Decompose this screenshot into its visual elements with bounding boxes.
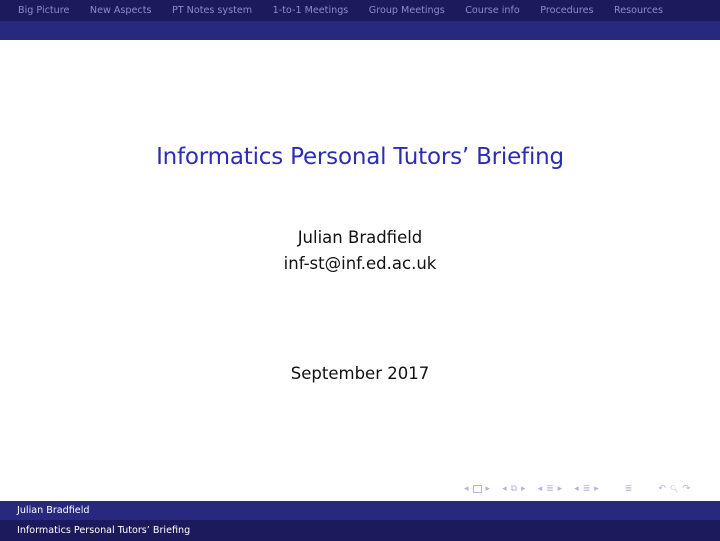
beamer-navigation-symbols: ◂ ▸ ◂ ⧉ ▸ ◂ ≣ ▸ ◂ ≣ ▸ ≣ ↶ 🔍︎ ↷ bbox=[462, 482, 700, 496]
nav-item-big-picture[interactable]: Big Picture bbox=[18, 5, 69, 16]
nav-item-pt-notes-system[interactable]: PT Notes system bbox=[172, 5, 252, 16]
section-icon: ≣ bbox=[546, 484, 554, 494]
prev-subsection-icon[interactable]: ◂ bbox=[502, 484, 507, 494]
search-navigation[interactable]: ↶ 🔍︎ ↷ bbox=[656, 484, 692, 494]
subsection-bar bbox=[0, 21, 720, 40]
footer-author: Julian Bradfield bbox=[0, 501, 720, 520]
next-frame-icon[interactable]: ▸ bbox=[486, 484, 491, 494]
subsection-navigation[interactable]: ◂ ⧉ ▸ bbox=[500, 484, 528, 494]
footer-title: Informatics Personal Tutors’ Briefing bbox=[0, 520, 720, 541]
prev-part-icon[interactable]: ◂ bbox=[574, 484, 579, 494]
slide-date: September 2017 bbox=[290, 364, 430, 383]
nav-item-group-meetings[interactable]: Group Meetings bbox=[369, 5, 445, 16]
slide-email: inf-st@inf.ed.ac.uk bbox=[283, 254, 437, 273]
nav-item-procedures[interactable]: Procedures bbox=[540, 5, 593, 16]
document-icon[interactable]: ≣ bbox=[625, 484, 633, 494]
nav-item-resources[interactable]: Resources bbox=[614, 5, 663, 16]
slide-author: Julian Bradfield bbox=[297, 228, 423, 247]
nav-item-course-info[interactable]: Course info bbox=[465, 5, 520, 16]
nav-item-1-to-1-meetings[interactable]: 1-to-1 Meetings bbox=[273, 5, 349, 16]
frame-navigation[interactable]: ◂ ▸ bbox=[462, 484, 492, 494]
slide-title: Informatics Personal Tutors’ Briefing bbox=[156, 144, 564, 170]
frame-icon bbox=[472, 485, 482, 493]
prev-frame-icon[interactable]: ◂ bbox=[464, 484, 469, 494]
part-navigation[interactable]: ◂ ≣ ▸ bbox=[572, 484, 601, 494]
next-subsection-icon[interactable]: ▸ bbox=[521, 484, 526, 494]
nav-item-new-aspects[interactable]: New Aspects bbox=[90, 5, 152, 16]
back-icon[interactable]: ↶ bbox=[658, 484, 666, 494]
search-icon[interactable]: 🔍︎ bbox=[670, 485, 679, 493]
part-icon: ≣ bbox=[582, 484, 591, 494]
prev-section-icon[interactable]: ◂ bbox=[538, 484, 543, 494]
document-navigation[interactable]: ≣ bbox=[623, 484, 635, 494]
forward-icon[interactable]: ↷ bbox=[683, 484, 691, 494]
section-navigation[interactable]: ◂ ≣ ▸ bbox=[536, 484, 565, 494]
next-part-icon[interactable]: ▸ bbox=[594, 484, 599, 494]
section-navigation-bar: Big Picture New Aspects PT Notes system … bbox=[0, 0, 720, 21]
next-section-icon[interactable]: ▸ bbox=[558, 484, 563, 494]
subsection-icon: ⧉ bbox=[510, 484, 518, 494]
